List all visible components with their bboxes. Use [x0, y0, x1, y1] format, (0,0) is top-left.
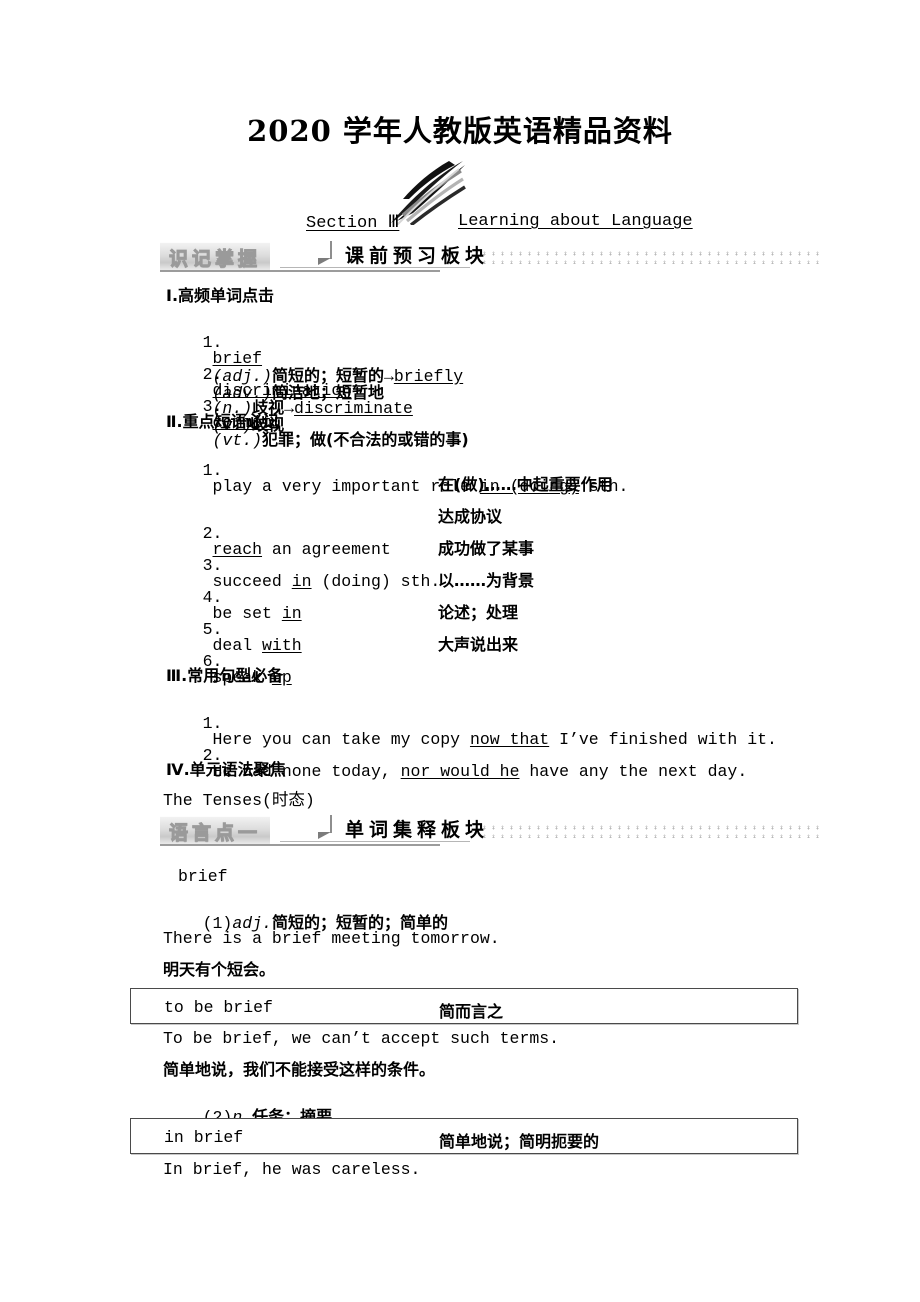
phrase-box-cn: 简而言之 — [439, 1002, 504, 1021]
banner-tag-label: 语言点一 — [168, 821, 262, 844]
sense1-phrase-example-en: To be brief, we can’t accept such terms. — [163, 1029, 560, 1048]
swoosh-arrow-icon — [391, 161, 466, 225]
part3-heading: Ⅲ.常用句型必备 — [166, 666, 284, 685]
banner-preview-module: 识记掌握 课前预习板块 — [160, 240, 820, 274]
sense2-phrase-example-en: In brief, he was careless. — [163, 1160, 421, 1179]
phrase-box-to-be-brief: to be brief 简而言之 — [130, 988, 798, 1024]
banner-underline-secondary — [280, 841, 470, 842]
phrase-cn-4: 以……为背景 — [438, 571, 535, 590]
part4-content: The Tenses(时态) — [163, 791, 315, 810]
banner-tag-box: 识记掌握 — [160, 242, 271, 271]
part4-heading: Ⅳ.单元语法聚焦 — [166, 760, 286, 779]
sentence-underlined: nor would he — [400, 762, 520, 781]
banner-tag-label: 识记掌握 — [168, 247, 262, 270]
banner-dot-decoration — [480, 248, 820, 264]
phrase-en-post: (doing) sth. — [311, 572, 441, 591]
section-title: Learning about Language — [458, 212, 693, 231]
banner-flag-shape — [280, 241, 332, 265]
phrase-cn-2: 达成协议 — [438, 507, 503, 526]
phrase-box-in-brief: in brief 简单地说；简明扼要的 — [130, 1118, 798, 1154]
phrase-cn-5: 论述；处理 — [438, 603, 519, 622]
phrase-box-en: to be brief — [164, 998, 273, 1017]
sense1-example-cn: 明天有个短会。 — [163, 960, 276, 979]
sense1-phrase-example-cn: 简单地说，我们不能接受这样的条件。 — [163, 1060, 436, 1079]
phrase-box-en: in brief — [164, 1128, 244, 1147]
document-page: 2020 学年人教版英语精品资料 Section Ⅲ Learning abou… — [0, 0, 920, 1302]
part1-heading: Ⅰ.高频单词点击 — [166, 286, 275, 305]
sentence-post: have any the next day. — [519, 762, 748, 781]
section-label: Section Ⅲ — [306, 214, 400, 233]
banner-underline — [160, 844, 440, 846]
section-heading-row: Section Ⅲ Learning about Language — [163, 161, 803, 238]
headword: brief — [178, 867, 228, 886]
banner-flag-shape — [280, 815, 332, 839]
page-masthead-title: 2020 学年人教版英语精品资料 — [247, 114, 673, 148]
phrase-cn-3: 成功做了某事 — [438, 539, 535, 558]
banner-word-module: 语言点一 单词集释板块 — [160, 814, 820, 848]
sense1-example-en: There is a brief meeting tomorrow. — [163, 929, 500, 948]
phrase-cn-6: 大声说出来 — [438, 635, 519, 654]
banner-underline — [160, 270, 440, 272]
banner-title: 单词集释板块 — [345, 819, 490, 841]
banner-title: 课前预习板块 — [345, 245, 490, 267]
banner-underline-secondary — [280, 267, 470, 268]
phrase-cn-1: 在(做)……中起重要作用 — [438, 475, 613, 494]
banner-dot-decoration — [480, 822, 820, 838]
banner-tag-box: 语言点一 — [160, 816, 271, 845]
phrase-box-cn: 简单地说；简明扼要的 — [439, 1132, 600, 1151]
part2-heading: Ⅱ.重点短语必记 — [166, 412, 279, 431]
